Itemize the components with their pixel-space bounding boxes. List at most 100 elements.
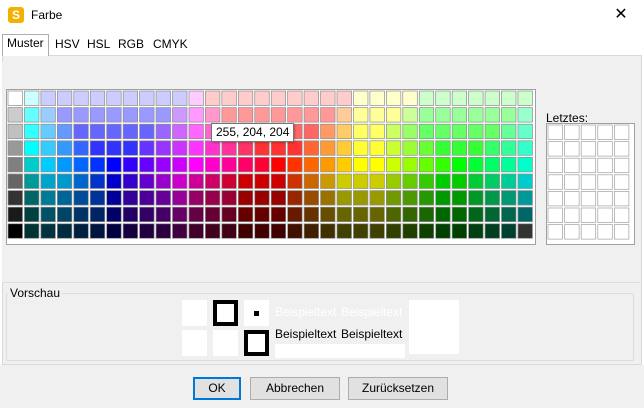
recent-swatch[interactable] <box>597 124 613 140</box>
palette-swatch[interactable] <box>484 140 500 156</box>
palette-swatch[interactable] <box>188 190 204 206</box>
palette-swatch[interactable] <box>451 140 467 156</box>
palette-swatch[interactable] <box>188 107 204 123</box>
palette-swatch[interactable] <box>336 140 352 156</box>
palette-swatch[interactable] <box>484 107 500 123</box>
palette-swatch[interactable] <box>40 140 56 156</box>
palette-swatch[interactable] <box>122 223 139 239</box>
palette-swatch[interactable] <box>418 157 435 173</box>
palette-swatch[interactable] <box>7 190 23 206</box>
palette-swatch[interactable] <box>484 190 500 206</box>
palette-swatch[interactable] <box>369 107 385 123</box>
palette-swatch[interactable] <box>56 107 73 123</box>
palette-swatch[interactable] <box>435 90 451 106</box>
palette-swatch[interactable] <box>172 140 188 156</box>
palette-swatch[interactable] <box>320 157 336 173</box>
palette-swatch[interactable] <box>386 157 402 173</box>
palette-swatch[interactable] <box>254 140 270 156</box>
palette-swatch[interactable] <box>139 123 155 140</box>
palette-swatch[interactable] <box>270 107 287 123</box>
palette-swatch[interactable] <box>205 90 221 106</box>
recent-swatch[interactable] <box>597 191 613 207</box>
palette-swatch[interactable] <box>336 206 352 223</box>
palette-swatch[interactable] <box>106 123 122 140</box>
palette-swatch[interactable] <box>353 140 369 156</box>
palette-swatch[interactable] <box>24 190 40 206</box>
palette-swatch[interactable] <box>221 173 237 189</box>
recent-swatch[interactable] <box>597 141 613 157</box>
palette-swatch[interactable] <box>40 107 56 123</box>
palette-swatch[interactable] <box>237 223 254 239</box>
palette-swatch[interactable] <box>435 123 451 140</box>
palette-swatch[interactable] <box>172 107 188 123</box>
palette-swatch[interactable] <box>451 173 467 189</box>
palette-swatch[interactable] <box>89 90 106 106</box>
palette-swatch[interactable] <box>320 206 336 223</box>
palette-swatch[interactable] <box>89 223 106 239</box>
recent-swatch[interactable] <box>614 224 630 240</box>
palette-swatch[interactable] <box>336 123 352 140</box>
palette-swatch[interactable] <box>155 90 171 106</box>
palette-swatch[interactable] <box>155 123 171 140</box>
palette-swatch[interactable] <box>221 223 237 239</box>
palette-swatch[interactable] <box>122 173 139 189</box>
palette-swatch[interactable] <box>155 206 171 223</box>
palette-swatch[interactable] <box>402 123 418 140</box>
recent-swatch[interactable] <box>564 224 580 240</box>
palette-swatch[interactable] <box>40 206 56 223</box>
palette-swatch[interactable] <box>139 190 155 206</box>
palette-swatch[interactable] <box>320 107 336 123</box>
palette-swatch[interactable] <box>336 107 352 123</box>
palette-swatch[interactable] <box>353 190 369 206</box>
palette-swatch[interactable] <box>402 90 418 106</box>
palette-swatch[interactable] <box>386 206 402 223</box>
palette-swatch[interactable] <box>237 206 254 223</box>
palette-swatch[interactable] <box>501 190 517 206</box>
palette-swatch[interactable] <box>24 157 40 173</box>
palette-swatch[interactable] <box>73 223 89 239</box>
recent-swatch[interactable] <box>614 191 630 207</box>
palette-swatch[interactable] <box>369 90 385 106</box>
palette-swatch[interactable] <box>73 206 89 223</box>
palette-swatch[interactable] <box>369 190 385 206</box>
palette-swatch[interactable] <box>517 123 533 140</box>
palette-swatch[interactable] <box>172 223 188 239</box>
palette-swatch[interactable] <box>139 157 155 173</box>
palette-swatch[interactable] <box>24 90 40 106</box>
palette-swatch[interactable] <box>418 173 435 189</box>
palette-swatch[interactable] <box>517 157 533 173</box>
palette-swatch[interactable] <box>353 223 369 239</box>
palette-swatch[interactable] <box>484 123 500 140</box>
palette-swatch[interactable] <box>205 157 221 173</box>
palette-swatch[interactable] <box>73 140 89 156</box>
palette-swatch[interactable] <box>320 140 336 156</box>
recent-swatch[interactable] <box>580 157 597 174</box>
palette-swatch[interactable] <box>402 173 418 189</box>
palette-swatch[interactable] <box>205 173 221 189</box>
palette-swatch[interactable] <box>89 157 106 173</box>
palette-swatch[interactable] <box>501 140 517 156</box>
palette-swatch[interactable] <box>303 90 319 106</box>
palette-swatch[interactable] <box>205 107 221 123</box>
palette-swatch[interactable] <box>172 90 188 106</box>
palette-swatch[interactable] <box>517 190 533 206</box>
recent-swatch[interactable] <box>580 174 597 190</box>
palette-swatch[interactable] <box>106 107 122 123</box>
palette-swatch[interactable] <box>501 90 517 106</box>
recent-swatch[interactable] <box>564 207 580 223</box>
palette-swatch[interactable] <box>254 107 270 123</box>
palette-swatch[interactable] <box>7 90 23 106</box>
palette-swatch[interactable] <box>7 107 23 123</box>
palette-swatch[interactable] <box>418 90 435 106</box>
palette-swatch[interactable] <box>303 123 319 140</box>
recent-swatch[interactable] <box>597 224 613 240</box>
recent-swatch[interactable] <box>614 207 630 223</box>
palette-swatch[interactable] <box>484 223 500 239</box>
palette-swatch[interactable] <box>303 173 319 189</box>
palette-swatch[interactable] <box>287 107 303 123</box>
palette-swatch[interactable] <box>89 140 106 156</box>
palette-swatch[interactable] <box>418 107 435 123</box>
palette-swatch[interactable] <box>270 190 287 206</box>
palette-swatch[interactable] <box>56 123 73 140</box>
palette-swatch[interactable] <box>40 90 56 106</box>
